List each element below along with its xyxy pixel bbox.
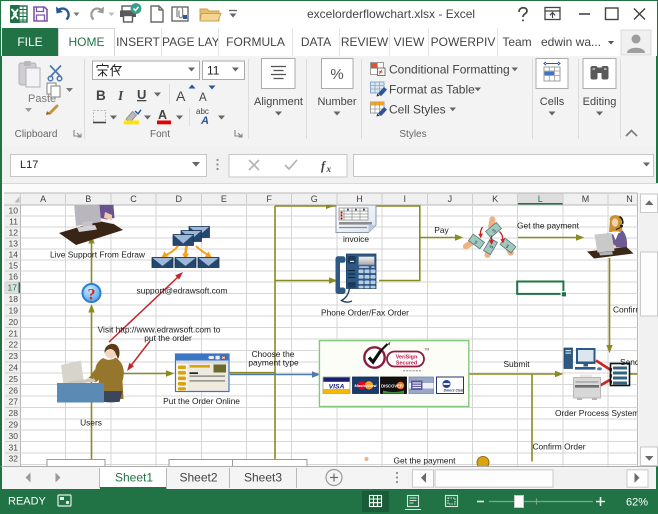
svg-text:Put the Order Online: Put the Order Online [163,396,240,406]
svg-text:A: A [200,115,209,127]
svg-text:H: H [356,194,363,204]
svg-text:support@edrawsoft.com: support@edrawsoft.com [137,286,228,296]
svg-text:Cells: Cells [540,96,565,108]
svg-text:M: M [582,194,590,204]
svg-text:31: 31 [9,442,19,452]
svg-text:Submit: Submit [503,359,530,369]
svg-text:F: F [266,194,272,204]
svg-text:23: 23 [9,351,19,361]
svg-text:A: A [199,92,207,104]
svg-text:24: 24 [9,363,19,373]
svg-text:A: A [158,108,167,122]
svg-text:22: 22 [9,340,19,350]
svg-text:G: G [311,194,318,204]
svg-text:62%: 62% [626,497,648,509]
svg-text:A: A [40,194,46,204]
svg-text:Secured: Secured [396,361,417,367]
svg-text:J: J [448,194,453,204]
svg-text:E: E [221,194,227,204]
svg-text:14: 14 [9,250,19,260]
svg-text:READY: READY [8,496,47,508]
svg-text:11: 11 [9,217,18,227]
svg-text:Number: Number [317,96,356,108]
svg-text:invoice: invoice [343,234,369,244]
svg-text:TM: TM [425,348,430,352]
svg-text:U: U [137,87,146,102]
svg-text:10: 10 [9,206,19,216]
svg-text:N: N [626,194,633,204]
svg-text:25: 25 [9,374,19,384]
svg-text:13: 13 [9,239,19,249]
svg-text:B: B [96,88,106,103]
svg-text:Clipboard: Clipboard [15,129,58,140]
svg-text:?: ? [88,287,96,304]
svg-text:12: 12 [9,228,19,238]
svg-text:28: 28 [9,408,19,418]
svg-text:19: 19 [9,306,19,316]
svg-text:%: % [330,66,343,83]
svg-text:VISA: VISA [329,383,345,390]
svg-text:put the order: put the order [144,333,192,343]
svg-text:DISCOVER: DISCOVER [381,384,403,389]
svg-text:21: 21 [9,328,19,338]
svg-text:Get the payment: Get the payment [394,456,457,466]
svg-text:Styles: Styles [399,129,426,140]
svg-text:Sheet3: Sheet3 [244,471,282,485]
svg-text:Get the payment: Get the payment [517,221,580,231]
svg-text:29: 29 [9,420,19,430]
svg-text:27: 27 [9,397,19,407]
svg-text:I: I [403,194,406,204]
svg-text:17: 17 [8,283,18,293]
svg-text:K: K [492,194,498,204]
svg-text:C: C [130,194,137,204]
svg-text:I: I [117,88,124,103]
svg-text:Sheet1: Sheet1 [115,471,153,485]
svg-text:Phone Order/Fax Order: Phone Order/Fax Order [321,308,409,318]
svg-text:18: 18 [9,294,19,304]
svg-text:Confirm Order: Confirm Order [532,442,585,452]
svg-text:Live Support From Edraw: Live Support From Edraw [50,250,146,260]
svg-text:Editing: Editing [583,96,617,108]
svg-text:16: 16 [9,272,19,282]
svg-text:32: 32 [9,454,19,464]
svg-text:11: 11 [207,64,220,78]
svg-text:A: A [176,88,186,104]
svg-text:VeriSign: VeriSign [396,355,418,361]
svg-text:Cell Styles: Cell Styles [389,103,446,117]
svg-text:payment type: payment type [248,358,299,368]
svg-text:Alignment: Alignment [254,96,303,108]
svg-text:20: 20 [9,317,19,327]
svg-text:30: 30 [9,431,19,441]
svg-text:Diners Club: Diners Club [444,388,465,392]
svg-text:B: B [85,194,91,204]
svg-text:Users: Users [80,418,102,428]
svg-text:x: x [326,164,332,174]
svg-text:Order Process System: Order Process System [555,408,639,418]
svg-text:15: 15 [9,261,19,271]
svg-text:L: L [538,194,543,204]
svg-text:Format as Table: Format as Table [389,83,475,97]
svg-text:Sheet2: Sheet2 [179,471,217,485]
svg-text:≠: ≠ [379,68,383,77]
svg-text:Conditional Formatting: Conditional Formatting [389,63,510,77]
svg-text:D: D [175,194,182,204]
svg-text:26: 26 [9,385,19,395]
svg-text:MasterCard: MasterCard [354,383,377,388]
svg-text:Font: Font [150,129,170,140]
svg-text:Pay: Pay [434,225,449,235]
